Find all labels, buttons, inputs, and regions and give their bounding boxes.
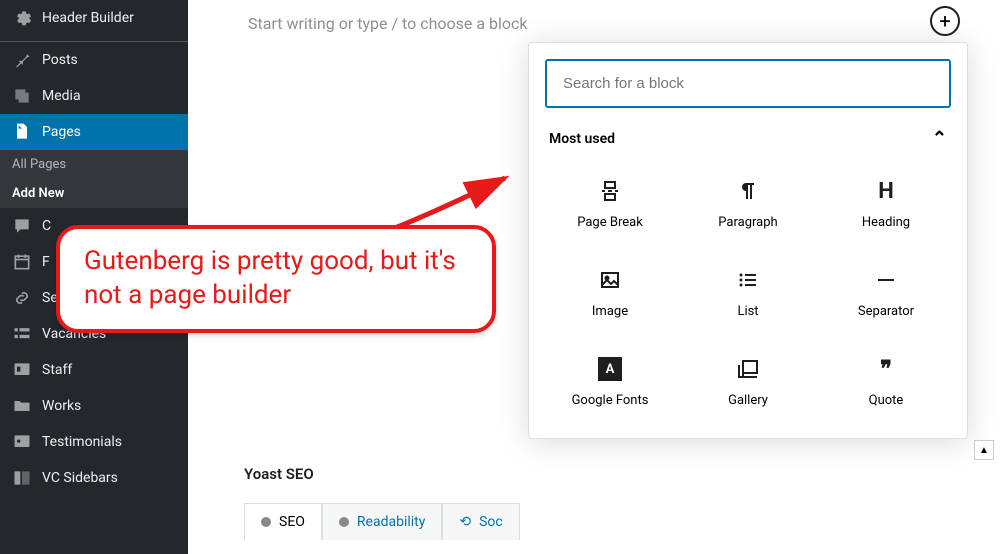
calendar-icon	[12, 252, 32, 272]
list-block-icon	[734, 266, 762, 294]
chevron-up-icon: ⌃	[932, 128, 947, 149]
paragraph-icon	[734, 177, 762, 205]
add-block-button[interactable]	[930, 6, 960, 36]
sidebar-item-pages[interactable]: Pages	[0, 114, 188, 150]
sidebar-item-label: Header Builder	[42, 10, 134, 26]
submenu-all-pages[interactable]: All Pages	[0, 150, 188, 179]
sidebar-item-label: Staff	[42, 362, 72, 378]
sidebar-item-testimonials[interactable]: Testimonials	[0, 424, 188, 460]
share-icon: ⟲	[459, 514, 471, 530]
comment-icon	[12, 216, 32, 236]
most-used-header[interactable]: Most used ⌃	[549, 128, 947, 149]
sidebar-item-posts[interactable]: Posts	[0, 42, 188, 78]
tab-label: Soc	[479, 514, 503, 530]
sidebar-item-label: VC Sidebars	[42, 470, 118, 486]
annotation-text: Gutenberg is pretty good, but it's not a…	[84, 246, 456, 310]
image-icon	[596, 266, 624, 294]
sidebar-item-label: Pages	[42, 124, 81, 140]
yoast-tab-seo[interactable]: SEO	[244, 503, 322, 540]
block-label: Quote	[869, 393, 904, 408]
block-label: Page Break	[577, 215, 643, 230]
list-icon	[12, 324, 32, 344]
sidebar-item-label: C	[42, 218, 51, 234]
block-paragraph[interactable]: Paragraph	[683, 163, 813, 244]
sidebars-icon	[12, 468, 32, 488]
yoast-tab-social[interactable]: ⟲ Soc	[442, 503, 519, 540]
yoast-panel: Yoast SEO SEO Readability ⟲ Soc	[244, 465, 490, 540]
gear-icon	[12, 8, 32, 28]
sidebar-item-media[interactable]: Media	[0, 78, 188, 114]
block-label: Image	[592, 304, 628, 319]
yoast-tab-readability[interactable]: Readability	[322, 503, 442, 540]
yoast-tabs: SEO Readability ⟲ Soc	[244, 503, 490, 540]
status-dot-icon	[339, 517, 349, 527]
annotation-callout: Gutenberg is pretty good, but it's not a…	[56, 225, 496, 333]
page-break-icon	[596, 177, 624, 205]
separator-icon	[872, 266, 900, 294]
sidebar-item-label: Posts	[42, 52, 78, 68]
media-icon	[12, 86, 32, 106]
block-label: Separator	[858, 304, 914, 319]
block-image[interactable]: Image	[545, 252, 675, 333]
pages-icon	[12, 122, 32, 142]
block-label: Google Fonts	[572, 393, 649, 408]
sidebar-item-label: Works	[42, 398, 81, 414]
sidebar-item-vc-sidebars[interactable]: VC Sidebars	[0, 460, 188, 496]
testimonials-icon	[12, 432, 32, 452]
block-gallery[interactable]: Gallery	[683, 341, 813, 422]
pages-submenu: All Pages Add New	[0, 150, 188, 208]
block-label: List	[737, 304, 758, 319]
sidebar-item-works[interactable]: Works	[0, 388, 188, 424]
block-label: Heading	[862, 215, 910, 230]
gallery-icon	[734, 355, 762, 383]
editor-placeholder: Start writing or type / to choose a bloc…	[248, 14, 528, 33]
link-icon	[12, 288, 32, 308]
block-search-input[interactable]	[545, 59, 951, 108]
block-google-fonts[interactable]: A Google Fonts	[545, 341, 675, 422]
yoast-title: Yoast SEO	[244, 465, 490, 483]
sidebar-item-staff[interactable]: Staff	[0, 352, 188, 388]
pin-icon	[12, 50, 32, 70]
tab-label: SEO	[279, 514, 305, 530]
block-heading[interactable]: H Heading	[821, 163, 951, 244]
quote-icon: ❞	[872, 355, 900, 383]
google-fonts-icon: A	[596, 355, 624, 383]
block-inserter-popover: Most used ⌃ Page Break Paragraph H Headi…	[528, 42, 968, 439]
scroll-up-button[interactable]: ▲	[974, 440, 994, 460]
heading-icon: H	[872, 177, 900, 205]
folder-icon	[12, 396, 32, 416]
block-label: Gallery	[728, 393, 768, 408]
block-quote[interactable]: ❞ Quote	[821, 341, 951, 422]
block-label: Paragraph	[718, 215, 777, 230]
block-list[interactable]: List	[683, 252, 813, 333]
block-separator[interactable]: Separator	[821, 252, 951, 333]
block-grid: Page Break Paragraph H Heading Image Lis…	[545, 163, 951, 422]
sidebar-item-label: Media	[42, 88, 81, 104]
sidebar-item-label: F	[42, 254, 50, 270]
staff-icon	[12, 360, 32, 380]
tab-label: Readability	[357, 514, 425, 530]
status-dot-icon	[261, 517, 271, 527]
section-title: Most used	[549, 131, 615, 147]
sidebar-item-label: Testimonials	[42, 434, 122, 450]
submenu-add-new[interactable]: Add New	[0, 179, 188, 208]
block-page-break[interactable]: Page Break	[545, 163, 675, 244]
sidebar-item-header-builder[interactable]: Header Builder	[0, 0, 188, 36]
